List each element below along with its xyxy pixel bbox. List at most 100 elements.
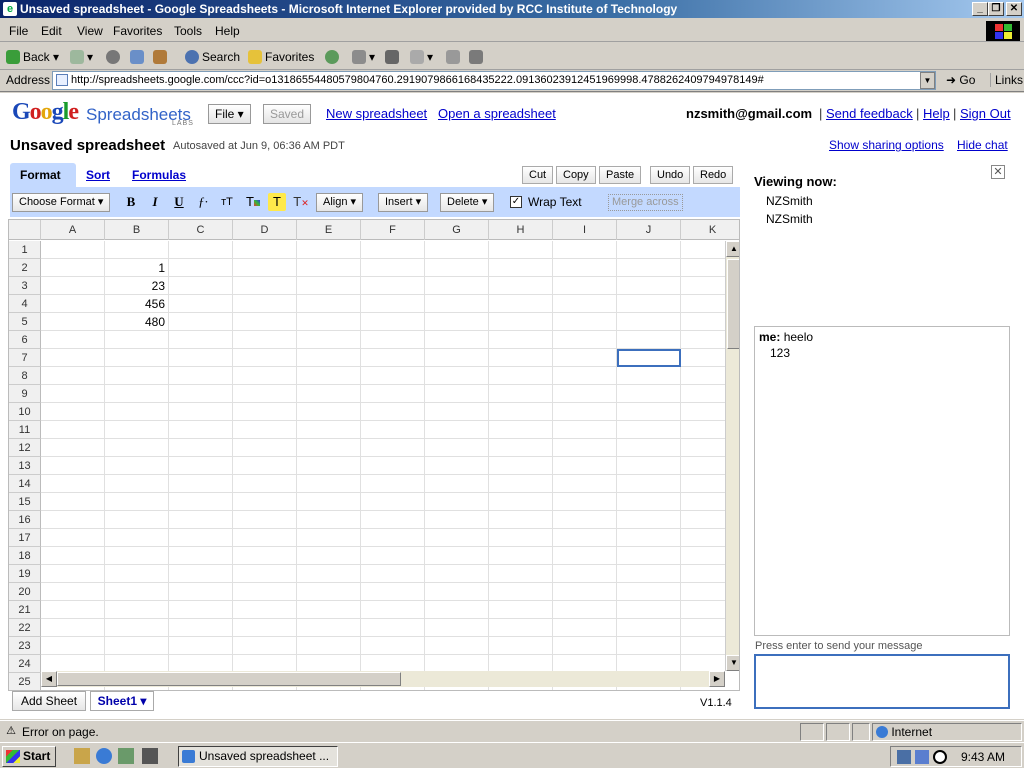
send-feedback-link[interactable]: Send feedback	[826, 106, 913, 121]
add-sheet-button[interactable]: Add Sheet	[12, 691, 87, 711]
new-spreadsheet-link[interactable]: New spreadsheet	[326, 106, 427, 121]
cell-area[interactable]: 1 23 456 480	[41, 241, 725, 690]
tab-format[interactable]: Format	[10, 163, 76, 187]
close-window-button[interactable]: ✕	[1006, 2, 1022, 16]
highlight-color-icon[interactable]: T	[268, 193, 286, 211]
address-input[interactable]: http://spreadsheets.google.com/ccc?id=o1…	[52, 71, 936, 90]
row-header-2[interactable]: 2	[9, 259, 41, 277]
hide-chat-link[interactable]: Hide chat	[957, 138, 1008, 152]
column-header-e[interactable]: E	[297, 220, 361, 240]
menu-edit[interactable]: Edit	[41, 24, 62, 38]
font-size-icon[interactable]: тT	[218, 193, 236, 211]
wrap-text-checkbox[interactable]: ✓	[510, 196, 522, 208]
menu-help[interactable]: Help	[215, 24, 240, 38]
minimize-button[interactable]: _	[972, 2, 988, 16]
row-header-19[interactable]: 19	[9, 565, 41, 583]
discuss-button[interactable]	[446, 48, 463, 66]
display-icon[interactable]	[915, 750, 929, 764]
bold-button[interactable]: B	[122, 193, 140, 211]
column-header-j[interactable]: J	[617, 220, 681, 240]
horizontal-scrollbar[interactable]: ◀ ▶	[41, 671, 725, 687]
maximize-button[interactable]: ❐	[988, 2, 1004, 16]
delete-dropdown[interactable]: Delete ▾	[440, 193, 495, 212]
column-header-c[interactable]: C	[169, 220, 233, 240]
open-spreadsheet-link[interactable]: Open a spreadsheet	[438, 106, 556, 121]
menu-favorites[interactable]: Favorites	[113, 24, 162, 38]
column-header-h[interactable]: H	[489, 220, 553, 240]
go-button[interactable]: ➜ Go	[946, 73, 975, 87]
links-button[interactable]: Links	[990, 73, 1023, 87]
stop-button[interactable]	[106, 48, 123, 66]
column-header-b[interactable]: B	[105, 220, 169, 240]
network-icon[interactable]	[897, 750, 911, 764]
row-header-10[interactable]: 10	[9, 403, 41, 421]
row-header-18[interactable]: 18	[9, 547, 41, 565]
scroll-up-arrow-icon[interactable]: ▲	[726, 241, 739, 257]
redo-button[interactable]: Redo	[693, 166, 734, 184]
align-dropdown[interactable]: Align ▾	[316, 193, 364, 212]
edit-page-button[interactable]: ▾	[410, 48, 433, 66]
close-chat-icon[interactable]: ✕	[991, 165, 1005, 179]
row-header-25[interactable]: 25	[9, 673, 41, 690]
taskbar-app-ie[interactable]: Unsaved spreadsheet ...	[178, 746, 338, 767]
search-button[interactable]: Search	[185, 48, 240, 66]
row-header-16[interactable]: 16	[9, 511, 41, 529]
back-button[interactable]: Back ▾	[6, 48, 59, 66]
forward-button[interactable]: ▾	[70, 48, 93, 66]
paste-button[interactable]: Paste	[599, 166, 642, 184]
messenger-button[interactable]	[469, 48, 486, 66]
quicklaunch-desktop-icon[interactable]	[74, 748, 90, 764]
text-color-icon[interactable]: T	[244, 193, 262, 211]
cell-b4[interactable]: 456	[105, 295, 169, 313]
menu-tools[interactable]: Tools	[174, 24, 202, 38]
menu-view[interactable]: View	[77, 24, 103, 38]
sign-out-link[interactable]: Sign Out	[960, 106, 1011, 121]
column-header-d[interactable]: D	[233, 220, 297, 240]
row-header-5[interactable]: 5	[9, 313, 41, 331]
file-menu-button[interactable]: File ▾	[208, 104, 251, 124]
column-header-g[interactable]: G	[425, 220, 489, 240]
quicklaunch-window-icon[interactable]	[142, 748, 158, 764]
row-header-21[interactable]: 21	[9, 601, 41, 619]
undo-button[interactable]: Undo	[650, 166, 691, 184]
menu-file[interactable]: File	[9, 24, 28, 38]
panda-icon[interactable]	[933, 750, 947, 764]
row-header-15[interactable]: 15	[9, 493, 41, 511]
cell-b3[interactable]: 23	[105, 277, 169, 295]
underline-button[interactable]: U	[170, 193, 188, 211]
row-header-12[interactable]: 12	[9, 439, 41, 457]
row-header-14[interactable]: 14	[9, 475, 41, 493]
mail-button[interactable]: ▾	[352, 48, 375, 66]
tab-formulas[interactable]: Formulas	[122, 163, 196, 187]
media-button[interactable]	[325, 48, 342, 66]
address-dropdown-button[interactable]: ▼	[920, 72, 935, 89]
print-button[interactable]	[385, 48, 402, 66]
cut-button[interactable]: Cut	[522, 166, 554, 184]
warning-icon[interactable]: ⚠	[4, 725, 18, 738]
cell-b5[interactable]: 480	[105, 313, 169, 331]
copy-button[interactable]: Copy	[556, 166, 596, 184]
sheet-tab-sheet1[interactable]: Sheet1 ▾	[90, 691, 154, 711]
refresh-button[interactable]	[130, 48, 147, 66]
row-header-3[interactable]: 3	[9, 277, 41, 295]
column-header-a[interactable]: A	[41, 220, 105, 240]
cell-b2[interactable]: 1	[105, 259, 169, 277]
row-header-11[interactable]: 11	[9, 421, 41, 439]
row-header-6[interactable]: 6	[9, 331, 41, 349]
vertical-scrollbar[interactable]: ▲ ▼	[725, 241, 739, 671]
quicklaunch-outlook-icon[interactable]	[118, 748, 134, 764]
home-button[interactable]	[153, 48, 170, 66]
vertical-scroll-thumb[interactable]	[727, 259, 739, 349]
favorites-button[interactable]: Favorites	[248, 48, 314, 66]
tab-sort[interactable]: Sort	[76, 163, 120, 187]
row-header-4[interactable]: 4	[9, 295, 41, 313]
row-header-20[interactable]: 20	[9, 583, 41, 601]
font-family-icon[interactable]: ƒ·	[194, 193, 212, 211]
row-header-24[interactable]: 24	[9, 655, 41, 673]
start-button[interactable]: Start	[2, 746, 56, 767]
row-header-22[interactable]: 22	[9, 619, 41, 637]
quicklaunch-ie-icon[interactable]	[96, 748, 112, 764]
row-header-7[interactable]: 7	[9, 349, 41, 367]
insert-dropdown[interactable]: Insert ▾	[378, 193, 429, 212]
column-header-i[interactable]: I	[553, 220, 617, 240]
